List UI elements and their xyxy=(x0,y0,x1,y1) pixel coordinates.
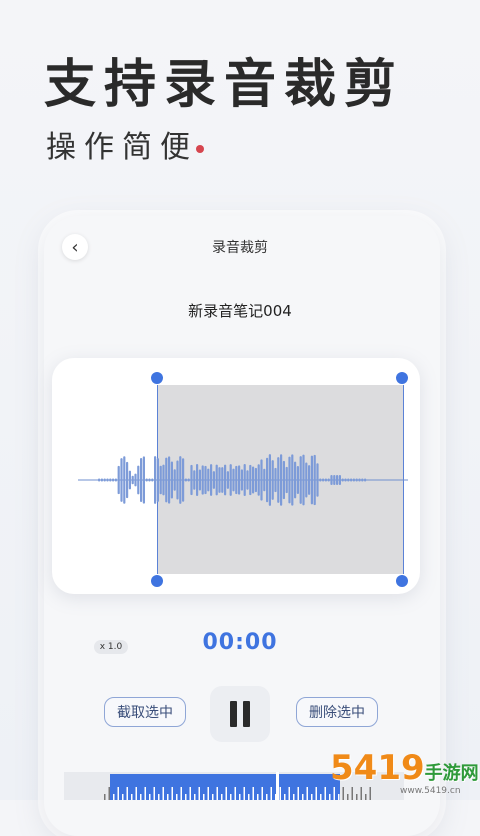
selection-handle-bottom-right[interactable] xyxy=(396,575,408,587)
watermark-url: www.5419.cn xyxy=(400,786,461,796)
selection-handle-top-right[interactable] xyxy=(396,372,408,384)
selection-handle-top-left[interactable] xyxy=(151,372,163,384)
watermark-logo: 5419手游网 xyxy=(330,748,479,788)
accent-dot xyxy=(196,145,204,153)
hero-title: 支持录音裁剪 xyxy=(44,55,405,115)
hero-subtitle: 操作简便 xyxy=(46,130,198,165)
pause-icon xyxy=(227,701,253,727)
waveform xyxy=(78,454,408,506)
playback-time: 00:00 xyxy=(202,630,278,655)
selection-handle-bottom-left[interactable] xyxy=(151,575,163,587)
pause-button[interactable] xyxy=(210,686,270,742)
recording-file-name: 新录音笔记004 xyxy=(188,302,292,320)
crop-selection-button[interactable]: 截取选中 xyxy=(104,697,186,727)
screen-title: 录音裁剪 xyxy=(212,240,268,256)
delete-selection-button[interactable]: 删除选中 xyxy=(296,697,378,727)
